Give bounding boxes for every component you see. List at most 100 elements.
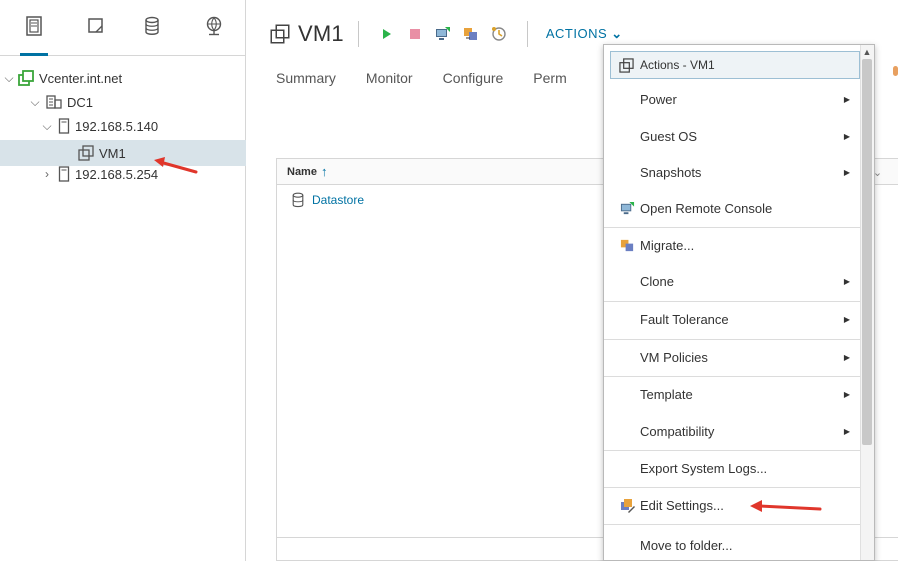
storage-tab[interactable] [136,10,168,42]
vms-templates-tab[interactable] [80,10,112,42]
tab-summary[interactable]: Summary [276,70,336,86]
menu-item-label: Power [640,92,677,107]
host-icon [58,118,70,134]
object-header: VM1 ACTIONS ⌄ [270,14,623,54]
power-off-button[interactable] [401,22,429,46]
stop-icon [409,29,420,39]
menu-item-snapshots[interactable]: Snapshots ▶ [604,154,860,191]
submenu-arrow-icon: ▶ [843,353,850,362]
vms-templates-icon [88,18,103,33]
vm-icon [270,24,290,44]
datastore-icon [292,192,304,208]
object-tabs: Summary Monitor Configure Perm [276,70,597,86]
menu-item-label: Snapshots [640,165,702,180]
actions-menu-button[interactable]: ACTIONS ⌄ [546,26,623,42]
hosts-clusters-icon [26,16,42,36]
tab-monitor[interactable]: Monitor [366,70,413,86]
vcenter-icon [18,70,34,86]
navigator-panel: ⌵ Vcenter.int.net ⌵ DC1 ⌵ 192.168.5.140 … [0,0,246,561]
menu-scrollbar[interactable]: ▲ [860,45,874,560]
tree-label-datacenter: DC1 [67,94,94,110]
chevron-down-icon[interactable]: ⌵ [28,95,42,110]
remote-console-icon [435,27,450,40]
submenu-arrow-icon: ▶ [843,277,850,286]
snapshot-icon [491,27,506,41]
menu-item-vm-policies[interactable]: VM Policies ▶ [604,339,860,376]
datastore-link[interactable]: Datastore [312,193,364,207]
submenu-arrow-icon: ▶ [843,315,850,324]
menu-item-label: Guest OS [640,129,698,144]
menu-item-migrate[interactable]: Migrate... [604,227,860,264]
host-icon [58,166,70,182]
submenu-arrow-icon: ▶ [843,168,850,177]
tree-label-host2: 192.168.5.254 [75,166,159,182]
chevron-down-icon: ⌄ [611,26,623,41]
tree-item-host2[interactable]: › 192.168.5.254 [40,162,158,186]
tab-permissions[interactable]: Perm [533,70,566,86]
menu-item-label: Export System Logs... [640,461,768,476]
tree-label-vm1: VM1 [99,145,126,161]
menu-item-template[interactable]: Template ▶ [604,376,860,413]
menu-item-label: Compatibility [640,424,715,439]
column-header-name[interactable]: Name [287,166,317,178]
submenu-arrow-icon: ▶ [843,390,850,399]
actions-label: ACTIONS [545,26,608,41]
hosts-clusters-tab[interactable] [18,10,50,56]
menu-item-clone[interactable]: Clone ▶ [604,263,860,300]
scroll-up-icon[interactable]: ▲ [862,47,872,57]
menu-item-label: VM Policies [640,350,708,365]
submenu-arrow-icon: ▶ [843,427,850,436]
networking-icon [206,16,222,36]
tree-label-host1: 192.168.5.140 [75,118,159,134]
remote-console-button[interactable] [429,22,457,46]
submenu-arrow-icon: ▶ [843,95,850,104]
menu-item-export-system-logs[interactable]: Export System Logs... [604,450,860,487]
menu-header-label: Actions - VM1 [640,58,715,72]
menu-item-power[interactable]: Power ▶ [604,81,860,118]
chevron-right-icon[interactable]: › [40,167,54,181]
vm-icon [78,145,94,161]
menu-header: Actions - VM1 [610,51,860,79]
menu-item-label: Clone [640,274,674,289]
page-title: VM1 [298,21,344,46]
menu-item-compatibility[interactable]: Compatibility ▶ [604,413,860,450]
actions-dropdown-menu: Actions - VM1 Power ▶ Guest OS ▶ Snapsho… [603,44,875,561]
datacenter-icon [46,95,62,109]
menu-item-fault-tolerance[interactable]: Fault Tolerance ▶ [604,301,860,338]
menu-item-label: Migrate... [640,238,695,253]
migrate-button[interactable] [457,22,485,46]
tree-label-vcenter: Vcenter.int.net [39,70,123,86]
header-divider [357,21,359,47]
menu-item-label: Edit Settings... [640,498,724,513]
menu-item-edit-settings[interactable]: Edit Settings... [604,487,860,524]
vm-icon [619,57,634,73]
menu-item-guest-os[interactable]: Guest OS ▶ [604,118,860,155]
migrate-icon [620,239,634,252]
edit-settings-icon [621,499,635,513]
menu-item-label: Fault Tolerance [640,312,729,327]
header-divider [526,21,528,47]
chevron-down-icon[interactable]: ⌵ [2,71,16,86]
navigator-tabs [0,0,246,56]
storage-icon [145,16,159,35]
power-on-button[interactable] [373,22,401,46]
menu-item-label: Open Remote Console [640,201,773,216]
menu-item-open-remote-console[interactable]: Open Remote Console [604,190,860,227]
remote-console-icon [620,201,635,215]
sort-ascending-icon[interactable]: ↑ [321,164,328,179]
scrollbar-thumb[interactable] [862,59,872,445]
play-icon [382,29,391,39]
snapshot-button[interactable] [485,22,513,46]
migrate-icon [463,28,477,40]
notification-indicator [893,66,898,76]
tree-item-datacenter[interactable]: ⌵ DC1 [28,90,93,114]
menu-item-label: Move to folder... [640,538,733,553]
menu-item-label: Template [640,387,693,402]
tree-item-vcenter[interactable]: ⌵ Vcenter.int.net [2,66,122,90]
tree-item-host1[interactable]: ⌵ 192.168.5.140 [40,114,158,138]
table-row[interactable]: Datastore [277,187,364,213]
menu-item-move-to-folder[interactable]: Move to folder... [604,527,860,560]
tab-configure[interactable]: Configure [443,70,504,86]
networking-tab[interactable] [198,10,230,42]
chevron-down-icon[interactable]: ⌵ [40,119,54,134]
